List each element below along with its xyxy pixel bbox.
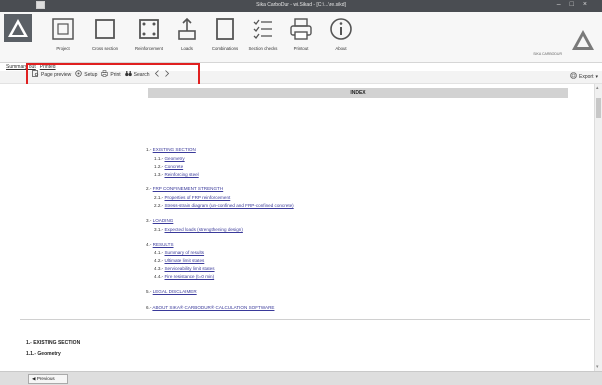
search-label: Search: [133, 71, 150, 78]
printer-icon: [280, 15, 322, 43]
ribbon-label: Printout: [293, 46, 309, 51]
ribbon-label: Project: [56, 46, 70, 51]
cross-section-icon: [84, 15, 126, 43]
export-button[interactable]: Export ▾: [570, 72, 598, 81]
previous-button[interactable]: ◀ Previous: [28, 374, 68, 384]
previous-page-button[interactable]: [154, 70, 160, 79]
ribbon-label: Cross section: [91, 46, 119, 51]
save-icon[interactable]: [36, 1, 45, 9]
toc-item[interactable]: 1.1.- Geometry: [154, 156, 185, 161]
window-controls[interactable]: –□×: [557, 1, 596, 8]
toc-item[interactable]: 5.- LEGAL DISCLAIMER: [146, 289, 197, 294]
toc-item[interactable]: 2.- FRP CONFINEMENT STRENGTH: [146, 186, 223, 191]
ribbon-label: About: [335, 46, 347, 51]
page-preview-icon: [32, 70, 39, 79]
toc-item[interactable]: 4.2.- Ultimate limit states: [154, 258, 204, 263]
toc-item[interactable]: 6.- ABOUT SIKA® CARBODUR® CALCULATION SO…: [146, 305, 274, 310]
info-icon: [320, 15, 362, 43]
ribbon-loads-button[interactable]: Loads: [166, 15, 208, 51]
index-header: INDEX: [148, 88, 568, 98]
ribbon-about-button[interactable]: About: [320, 15, 362, 51]
binoculars-icon: [124, 70, 132, 79]
preview-toolbar: Page preview Setup Print Search: [26, 63, 200, 86]
ribbon-label: Reinforcement: [135, 46, 163, 51]
ribbon-combinations-button[interactable]: Combinations: [204, 15, 246, 51]
app-logo-icon[interactable]: [4, 14, 32, 42]
chevron-down-icon: ▾: [595, 73, 598, 80]
window-title: Sika CarboDur - wi.Sikad - [C:\...\re.si…: [256, 2, 346, 8]
toc-item[interactable]: 1.2.- Concrete: [154, 164, 183, 169]
scroll-up-icon[interactable]: ▴: [596, 85, 599, 91]
toc-item[interactable]: 2.2.- Stress-strain diagram (un-confined…: [154, 203, 294, 208]
arrow-left-icon: ◀: [32, 376, 36, 381]
previous-label: Previous: [36, 376, 55, 381]
toc-item[interactable]: 3.- LOADING: [146, 218, 173, 223]
section-subtitle: 1.1.- Geometry: [26, 351, 61, 357]
chevron-left-icon: [154, 70, 160, 79]
document-page: [0, 84, 594, 371]
ribbon: Project Cross section Reinforcement Load…: [0, 12, 602, 63]
title-bar: Sika CarboDur - wi.Sikad - [C:\...\re.si…: [0, 0, 602, 12]
maximize-button[interactable]: □: [570, 1, 583, 8]
brand-logo-icon: [570, 27, 596, 53]
toc-item[interactable]: 4.3.- Serviceability limit states: [154, 266, 215, 271]
setup-label: Setup: [84, 71, 98, 78]
project-icon: [42, 15, 84, 43]
status-bar: ◀ Previous: [0, 371, 602, 385]
setup-button[interactable]: Setup: [75, 70, 97, 79]
print-label: Print: [110, 71, 121, 78]
printer-icon: [101, 70, 109, 79]
page-preview-button[interactable]: Page preview: [32, 70, 71, 79]
gear-icon: [75, 70, 82, 79]
toc-item[interactable]: 1.3.- Reinforcing steel: [154, 172, 199, 177]
reinforcement-icon: [128, 15, 170, 43]
loads-icon: [166, 15, 208, 43]
print-button[interactable]: Print: [101, 70, 121, 79]
page-divider: [20, 319, 590, 320]
next-page-button[interactable]: [164, 70, 170, 79]
ribbon-label: Combinations: [211, 46, 239, 51]
ribbon-section-checks-button[interactable]: Section checks: [242, 15, 284, 51]
minimize-button[interactable]: –: [557, 1, 570, 8]
brand-text: SIKA CARBODUR: [533, 52, 562, 56]
toc-item[interactable]: 3.1.- Expected loads (strengthening desi…: [154, 227, 243, 232]
scroll-down-icon[interactable]: ▾: [596, 364, 599, 370]
toc-item[interactable]: 4.- RESULTS: [146, 242, 174, 247]
export-label: Export: [579, 73, 594, 80]
ribbon-project-button[interactable]: Project: [42, 15, 84, 51]
ribbon-printout-button[interactable]: Printout: [280, 15, 322, 51]
toc-item[interactable]: 4.4.- Fire resistance (t=0 min): [154, 274, 214, 279]
search-button[interactable]: Search: [124, 70, 150, 79]
ribbon-cross-section-button[interactable]: Cross section: [84, 15, 126, 51]
section-checks-icon: [242, 15, 284, 43]
export-icon: [570, 72, 577, 81]
toc-item[interactable]: 2.1.- Properties of FRP reinforcement: [154, 195, 230, 200]
combinations-icon: [204, 15, 246, 43]
vertical-scrollbar[interactable]: ▴ ▾: [594, 84, 602, 371]
ribbon-reinforcement-button[interactable]: Reinforcement: [128, 15, 170, 51]
close-button[interactable]: ×: [583, 1, 596, 8]
chevron-right-icon: [164, 70, 170, 79]
toc-item[interactable]: 4.1.- Summary of results: [154, 250, 204, 255]
scrollbar-thumb[interactable]: [596, 98, 601, 118]
section-title: 1.- EXISTING SECTION: [26, 340, 81, 346]
page-preview-label: Page preview: [41, 71, 72, 78]
ribbon-label: Section checks: [248, 46, 278, 51]
ribbon-label: Loads: [181, 46, 193, 51]
toc-item[interactable]: 1.- EXISTING SECTION: [146, 147, 196, 152]
